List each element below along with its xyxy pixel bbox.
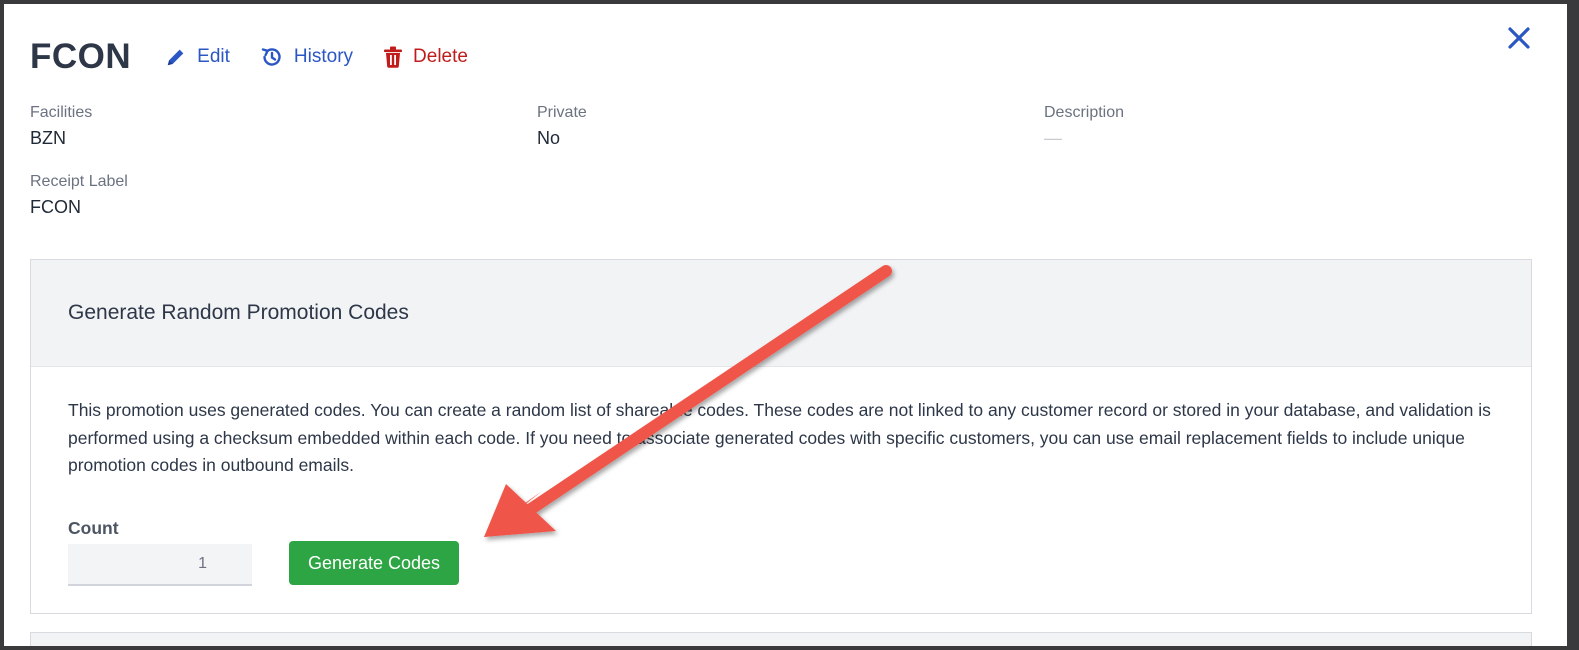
panel-title: Generate Random Promotion Codes xyxy=(68,301,409,324)
count-label: Count xyxy=(68,518,119,538)
receipt-label-label: Receipt Label xyxy=(30,173,128,190)
generate-codes-button[interactable]: Generate Codes xyxy=(289,541,459,585)
page-title: FCON xyxy=(30,37,132,76)
facilities-value: BZN xyxy=(30,128,66,148)
private-field: Private No xyxy=(537,104,587,149)
facilities-label: Facilities xyxy=(30,104,93,121)
description-field: Description — xyxy=(1044,104,1124,149)
close-icon[interactable] xyxy=(1505,24,1533,52)
count-input[interactable] xyxy=(68,544,252,586)
receipt-label-value: FCON xyxy=(30,197,81,217)
pencil-icon xyxy=(167,49,184,66)
trash-icon xyxy=(384,46,403,68)
detail-header: FCON Edit History Delete xyxy=(30,34,498,80)
panel-header: Generate Random Promotion Codes xyxy=(31,260,1531,367)
edit-button[interactable]: Edit xyxy=(165,46,230,68)
private-value: No xyxy=(537,128,561,148)
edit-label: Edit xyxy=(197,46,230,67)
promotion-detail-dialog: FCON Edit History Delete Facilities BZN … xyxy=(4,4,1567,646)
description-label: Description xyxy=(1044,104,1125,121)
panel-body: This promotion uses generated codes. You… xyxy=(31,367,1531,480)
history-label: History xyxy=(293,46,354,67)
facilities-field: Facilities BZN xyxy=(30,104,92,149)
delete-button[interactable]: Delete xyxy=(383,46,468,68)
generator-description: This promotion uses generated codes. You… xyxy=(68,400,1491,475)
private-label: Private xyxy=(537,104,587,121)
history-icon xyxy=(261,48,281,66)
description-value: — xyxy=(1044,128,1062,148)
receipt-label-field: Receipt Label FCON xyxy=(30,173,128,218)
next-panel xyxy=(30,632,1532,646)
delete-label: Delete xyxy=(413,46,468,67)
generate-codes-panel: Generate Random Promotion Codes This pro… xyxy=(30,259,1532,614)
history-button[interactable]: History xyxy=(260,45,353,69)
